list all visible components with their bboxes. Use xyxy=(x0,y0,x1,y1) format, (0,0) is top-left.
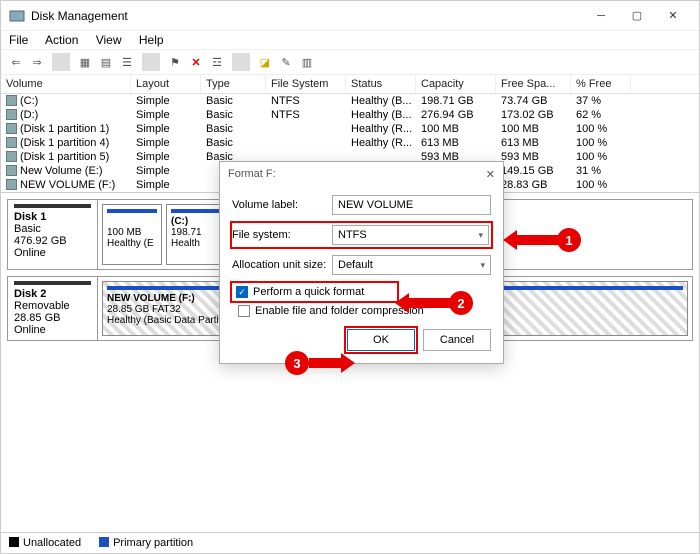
chevron-down-icon: ▾ xyxy=(480,260,485,271)
back-icon[interactable]: ⇐ xyxy=(7,53,25,71)
table-row[interactable]: (D:)SimpleBasicNTFSHealthy (B...276.94 G… xyxy=(1,108,699,122)
file-system-label: File system: xyxy=(232,229,332,241)
cancel-button[interactable]: Cancel xyxy=(423,329,491,351)
allocation-label: Allocation unit size: xyxy=(232,259,332,271)
dialog-close-icon[interactable]: ✕ xyxy=(486,168,495,181)
partition[interactable]: 100 MBHealthy (E xyxy=(102,204,162,265)
chevron-down-icon: ▾ xyxy=(478,230,483,241)
app-icon xyxy=(9,8,25,24)
table-row[interactable]: (C:)SimpleBasicNTFSHealthy (B...198.71 G… xyxy=(1,94,699,108)
props-icon[interactable]: ☲ xyxy=(208,53,226,71)
maximize-button[interactable]: ▢ xyxy=(619,2,655,30)
table-row[interactable]: (Disk 1 partition 4)SimpleBasicHealthy (… xyxy=(1,136,699,150)
file-system-select[interactable]: NTFS▾ xyxy=(332,225,489,245)
sheet-icon[interactable]: ▥ xyxy=(298,53,316,71)
volume-label-input[interactable]: NEW VOLUME xyxy=(332,195,491,215)
yellow-icon[interactable]: ◪ xyxy=(256,53,274,71)
edit-icon[interactable]: ✎ xyxy=(277,53,295,71)
compression-checkbox[interactable] xyxy=(238,305,250,317)
compression-label: Enable file and folder compression xyxy=(255,305,424,317)
refresh-icon[interactable]: ▤ xyxy=(97,53,115,71)
ok-button[interactable]: OK xyxy=(347,329,415,351)
menu-file[interactable]: File xyxy=(9,33,28,47)
list-icon[interactable]: ☰ xyxy=(118,53,136,71)
quick-format-checkbox[interactable]: ✓ xyxy=(236,286,248,298)
delete-icon[interactable]: ✕ xyxy=(187,53,205,71)
minimize-button[interactable]: ─ xyxy=(583,2,619,30)
menu-action[interactable]: Action xyxy=(45,33,78,47)
quick-format-label: Perform a quick format xyxy=(253,286,364,298)
flag-icon[interactable]: ⚑ xyxy=(166,53,184,71)
volume-label-label: Volume label: xyxy=(232,199,332,211)
dialog-title: Format F: xyxy=(228,168,486,181)
volume-table-header: Volume Layout Type File System Status Ca… xyxy=(1,75,699,94)
forward-icon[interactable]: ⇒ xyxy=(28,53,46,71)
window-title: Disk Management xyxy=(31,9,583,23)
legend-unallocated: Unallocated xyxy=(9,537,81,549)
format-dialog: Format F: ✕ Volume label: NEW VOLUME Fil… xyxy=(219,161,504,364)
legend-primary: Primary partition xyxy=(99,537,193,549)
tool-icon[interactable]: ▦ xyxy=(76,53,94,71)
close-button[interactable]: ✕ xyxy=(655,2,691,30)
table-row[interactable]: (Disk 1 partition 1)SimpleBasicHealthy (… xyxy=(1,122,699,136)
menu-view[interactable]: View xyxy=(96,33,122,47)
allocation-select[interactable]: Default▾ xyxy=(332,255,491,275)
menu-help[interactable]: Help xyxy=(139,33,164,47)
